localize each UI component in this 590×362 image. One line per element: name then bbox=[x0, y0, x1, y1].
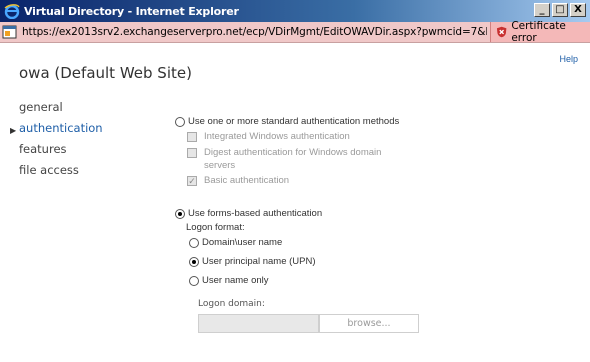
logon-format-upn[interactable]: User principal name (UPN) bbox=[189, 256, 316, 267]
side-nav: general ▶ authentication features file a… bbox=[10, 100, 103, 184]
standard-auth-radio[interactable] bbox=[175, 116, 185, 127]
username-only-label: User name only bbox=[202, 275, 269, 286]
standard-auth-label: Use one or more standard authentication … bbox=[188, 116, 400, 127]
page-title: owa (Default Web Site) bbox=[19, 64, 192, 82]
digest-auth-label-cont: servers bbox=[204, 160, 235, 171]
help-link[interactable]: Help bbox=[559, 54, 578, 64]
nav-item-label: authentication bbox=[19, 121, 103, 135]
window-titlebar: Virtual Directory - Internet Explorer _ … bbox=[0, 0, 590, 22]
upn-label: User principal name (UPN) bbox=[202, 256, 316, 267]
standard-auth-option[interactable]: Use one or more standard authentication … bbox=[175, 116, 399, 127]
logon-format-label: Logon format: bbox=[186, 222, 245, 233]
window-title: Virtual Directory - Internet Explorer bbox=[24, 4, 239, 18]
username-only-radio[interactable] bbox=[189, 275, 199, 286]
logon-domain-label: Logon domain: bbox=[198, 299, 265, 309]
nav-item-authentication[interactable]: ▶ authentication bbox=[10, 121, 103, 142]
minimize-button[interactable]: _ bbox=[534, 3, 550, 17]
upn-radio[interactable] bbox=[189, 256, 199, 267]
maximize-button[interactable]: □ bbox=[552, 3, 568, 17]
basic-auth-label: Basic authentication bbox=[204, 175, 290, 186]
internet-explorer-icon bbox=[4, 4, 20, 19]
nav-item-label: general bbox=[19, 100, 63, 114]
window-controls: _ □ X bbox=[534, 3, 586, 17]
address-url[interactable]: https://ex2013srv2.exchangeserverpro.net… bbox=[22, 26, 487, 38]
address-bar[interactable]: https://ex2013srv2.exchangeserverpro.net… bbox=[0, 20, 590, 44]
domain-user-label: Domain\user name bbox=[202, 237, 283, 248]
forms-auth-label: Use forms-based authentication bbox=[188, 208, 323, 219]
forms-auth-option[interactable]: Use forms-based authentication bbox=[175, 208, 322, 219]
basic-auth-option[interactable]: ✓ Basic authentication bbox=[187, 175, 289, 186]
domain-user-radio[interactable] bbox=[189, 237, 199, 248]
page-icon bbox=[2, 25, 17, 39]
logon-format-username-only[interactable]: User name only bbox=[189, 275, 269, 286]
certificate-error-button[interactable]: Certificate error bbox=[490, 20, 590, 44]
basic-auth-checkbox[interactable]: ✓ bbox=[187, 175, 197, 186]
digest-auth-label-line2: servers bbox=[204, 160, 236, 171]
close-button[interactable]: X bbox=[570, 3, 586, 17]
logon-format-heading: Logon format: bbox=[186, 222, 245, 233]
nav-item-label: features bbox=[19, 142, 67, 156]
digest-auth-checkbox[interactable] bbox=[187, 147, 197, 158]
selected-arrow-icon: ▶ bbox=[10, 126, 17, 135]
integrated-windows-auth-checkbox[interactable] bbox=[187, 131, 197, 142]
forms-auth-radio[interactable] bbox=[175, 208, 185, 219]
browse-button[interactable]: browse... bbox=[319, 314, 419, 333]
nav-item-features[interactable]: features bbox=[10, 142, 103, 163]
certificate-error-label: Certificate error bbox=[511, 20, 566, 44]
nav-item-file-access[interactable]: file access bbox=[10, 163, 103, 184]
logon-format-domain-user[interactable]: Domain\user name bbox=[189, 237, 282, 248]
digest-auth-option[interactable]: Digest authentication for Windows domain bbox=[187, 147, 381, 158]
integrated-windows-auth-option[interactable]: Integrated Windows authentication bbox=[187, 131, 350, 142]
logon-domain-input[interactable] bbox=[198, 314, 319, 333]
nav-item-label: file access bbox=[19, 163, 79, 177]
nav-item-general[interactable]: general bbox=[10, 100, 103, 121]
integrated-windows-auth-label: Integrated Windows authentication bbox=[204, 131, 350, 142]
shield-error-icon bbox=[496, 26, 507, 38]
digest-auth-label-line1: Digest authentication for Windows domain bbox=[204, 147, 382, 158]
